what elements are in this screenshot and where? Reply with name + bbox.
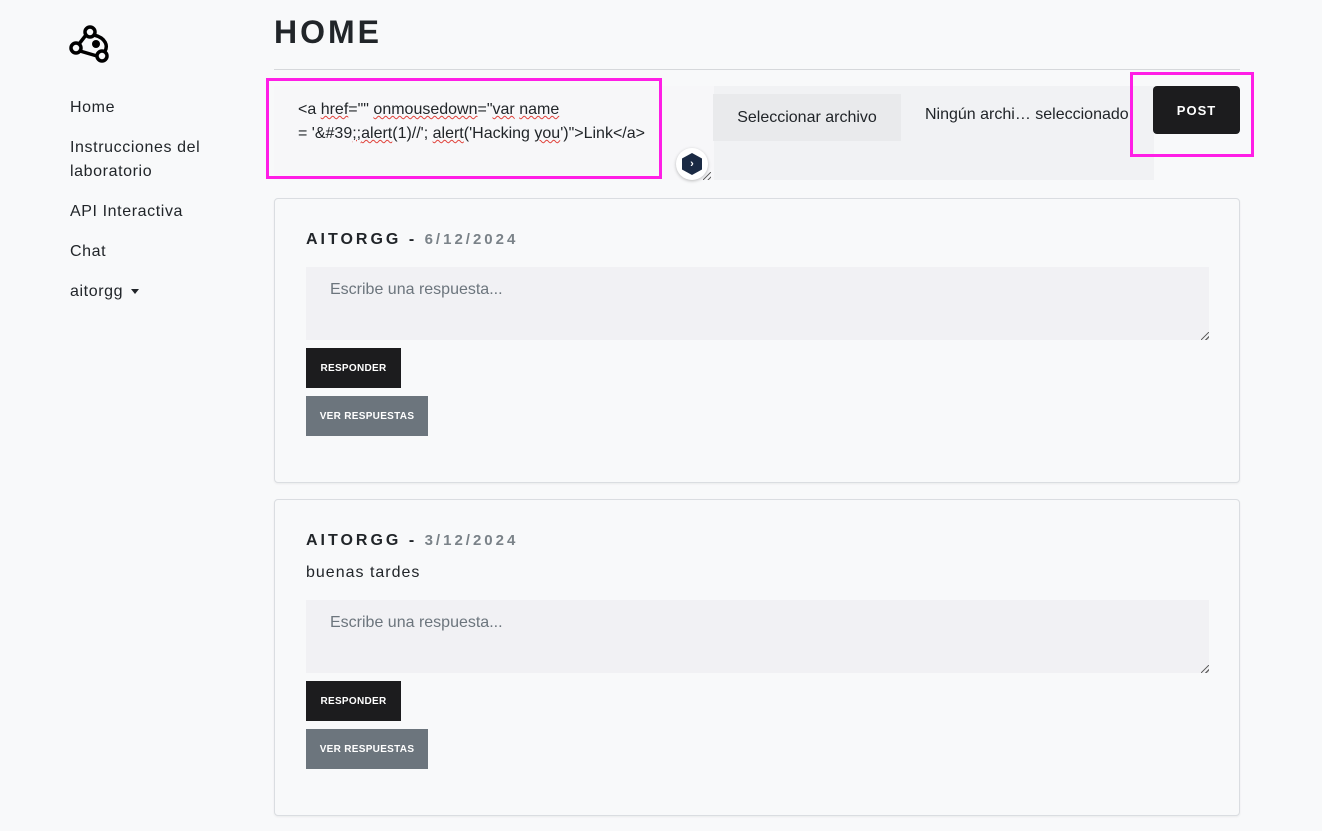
post-header: AITORGG - 3/12/2024 (306, 532, 519, 549)
sidebar-item-instrucciones[interactable]: Instrucciones del laboratorio (70, 136, 250, 184)
sidebar-item-chat[interactable]: Chat (70, 240, 250, 264)
view-replies-button[interactable]: VER RESPUESTAS (306, 729, 428, 769)
post-card: AITORGG - 6/12/2024 Escribe una respuest… (274, 198, 1240, 483)
file-status-text: Ningún archi… seleccionado (925, 106, 1129, 123)
caret-down-icon (131, 289, 140, 295)
post-card: AITORGG - 3/12/2024 buenas tardes Escrib… (274, 499, 1240, 816)
title-divider (274, 69, 1240, 70)
user-menu-label: aitorgg (70, 283, 124, 300)
post-author: AITORGG (306, 231, 402, 248)
highlight-box-text (266, 78, 662, 179)
post-date: 3/12/2024 (424, 532, 519, 549)
network-nodes-icon[interactable] (68, 22, 112, 64)
page-title: HOME (274, 14, 382, 50)
reply-input[interactable]: Escribe una respuesta... (306, 267, 1209, 340)
file-select-button[interactable]: Seleccionar archivo (713, 94, 901, 141)
resize-handle-icon[interactable] (703, 172, 711, 180)
post-body: buenas tardes (306, 564, 421, 581)
reply-button[interactable]: RESPONDER (306, 348, 401, 388)
view-replies-button[interactable]: VER RESPUESTAS (306, 396, 428, 436)
reply-input[interactable]: Escribe una respuesta... (306, 600, 1209, 673)
sidebar-nav: Home Instrucciones del laboratorio API I… (70, 96, 250, 320)
sidebar-item-api-interactiva[interactable]: API Interactiva (70, 200, 250, 224)
reply-button[interactable]: RESPONDER (306, 681, 401, 721)
post-date: 6/12/2024 (424, 231, 519, 248)
sidebar-item-home[interactable]: Home (70, 96, 250, 120)
highlight-box-post (1130, 72, 1254, 157)
post-header: AITORGG - 6/12/2024 (306, 231, 519, 248)
user-menu-toggle[interactable]: aitorgg (70, 280, 250, 304)
resize-handle-icon[interactable] (1201, 665, 1209, 673)
post-author: AITORGG (306, 532, 402, 549)
resize-handle-icon[interactable] (1201, 332, 1209, 340)
